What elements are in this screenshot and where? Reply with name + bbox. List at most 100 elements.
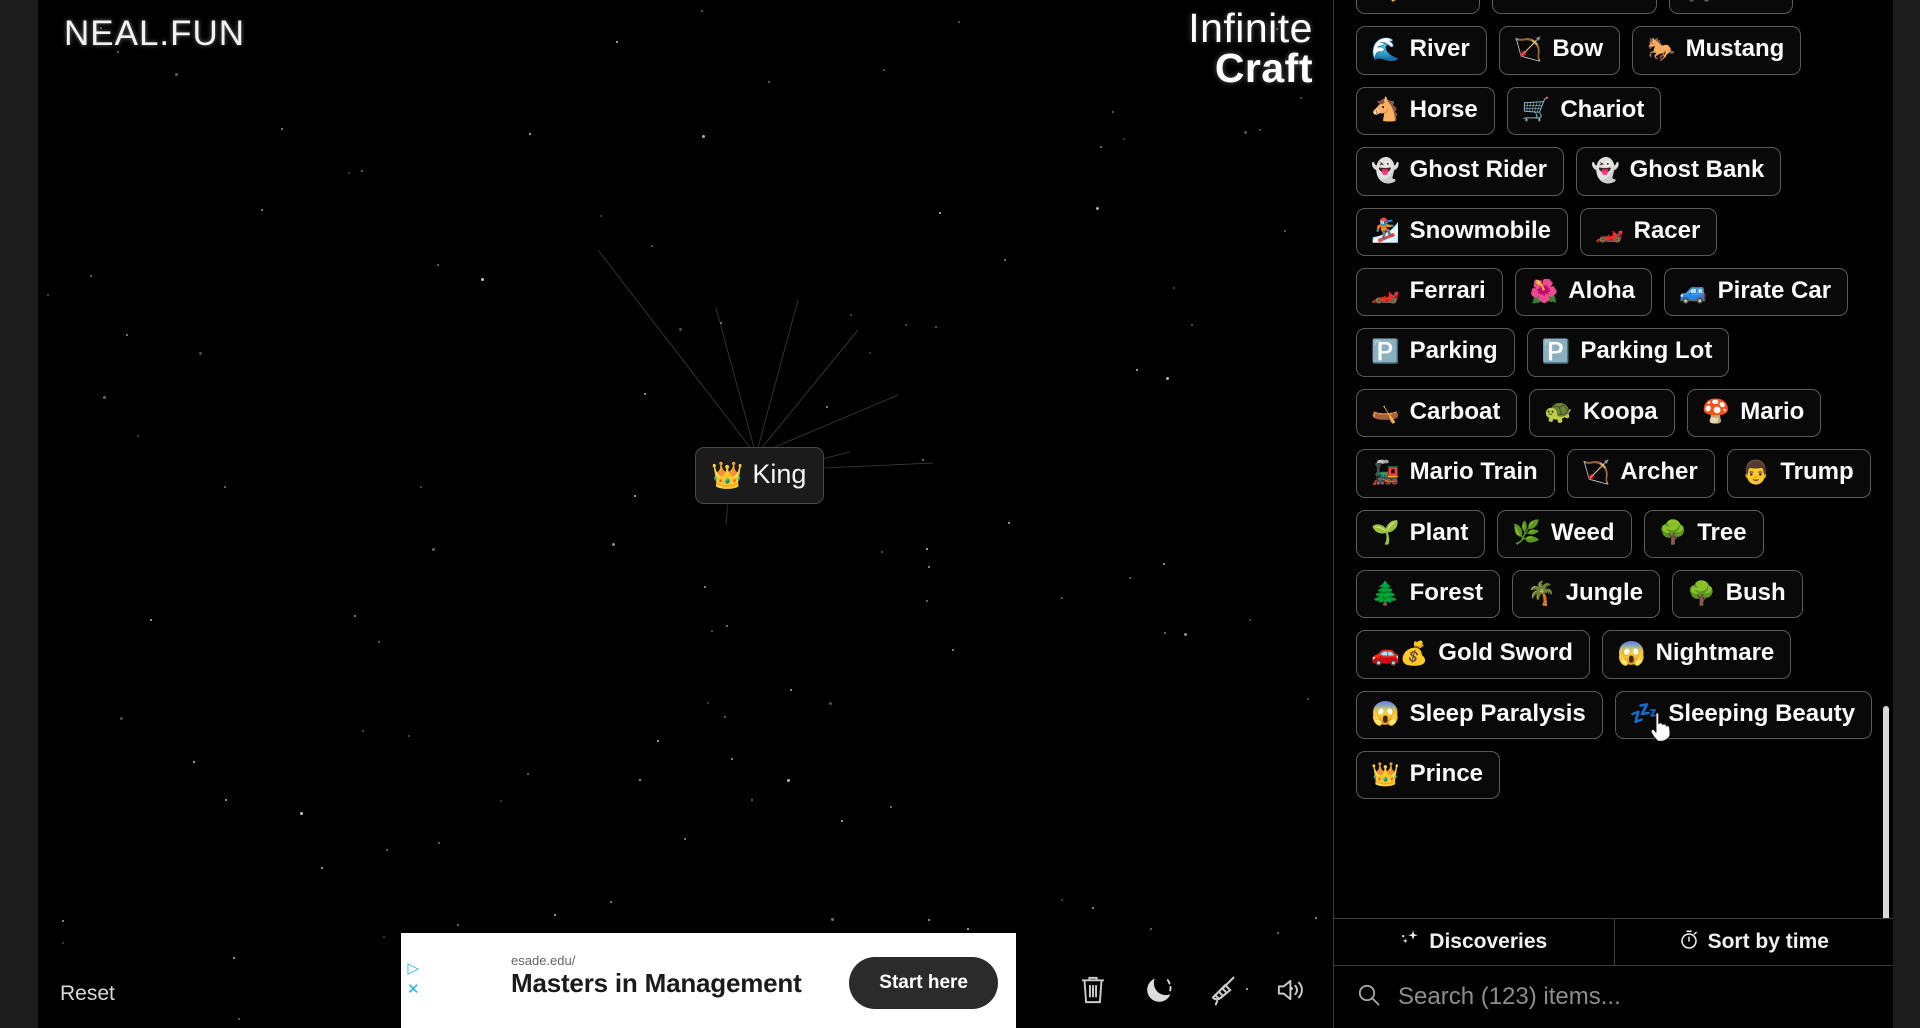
list-item[interactable]: 🌳 Bush xyxy=(1671,569,1803,619)
list-item[interactable]: 🏎️ Racer xyxy=(1579,207,1718,256)
list-item[interactable]: 💤 Sleeping Beauty xyxy=(1614,690,1873,740)
item-label: Archer xyxy=(1620,458,1698,486)
item-label: Boat xyxy=(1410,0,1463,2)
items-sidebar: 🛶 Boat 🇺🇸 America 🚗 Ford 🌊 River 🏹 Bow 🐎 Mustang 🐴 Ho… xyxy=(1333,0,1893,1028)
item-emoji-icon: 🚂 xyxy=(1371,458,1400,485)
search-icon xyxy=(1356,982,1382,1013)
list-item[interactable]: 🌴 Jungle xyxy=(1512,569,1660,619)
ad-cta-button[interactable]: Start here xyxy=(849,957,998,1009)
item-label: Weed xyxy=(1550,518,1615,546)
item-label: Parking xyxy=(1409,337,1498,365)
crafting-canvas[interactable]: NEAL.FUN Infinite Craft 👑 King Reset ▷ ✕… xyxy=(38,0,1333,1028)
item-emoji-icon: 🅿️ xyxy=(1541,338,1571,365)
list-item[interactable]: 🅿️ Parking xyxy=(1356,328,1515,377)
item-label: Carboat xyxy=(1409,397,1501,425)
item-emoji-icon: 👑 xyxy=(1371,760,1400,787)
item-label: Sleep Paralysis xyxy=(1409,699,1586,727)
list-item[interactable]: 👻 Ghost Bank xyxy=(1575,147,1782,196)
search-bar xyxy=(1334,966,1893,1028)
node-label: King xyxy=(752,459,807,489)
item-label: Prince xyxy=(1409,760,1484,788)
item-emoji-icon: 🏹 xyxy=(1581,458,1611,485)
moon-icon[interactable] xyxy=(1139,970,1179,1010)
item-emoji-icon: 🏹 xyxy=(1513,36,1543,63)
list-item[interactable]: 😱 Nightmare xyxy=(1601,630,1792,679)
list-item[interactable]: 🌿 Weed xyxy=(1497,509,1632,558)
item-label: Koopa xyxy=(1582,397,1658,425)
broom-icon[interactable] xyxy=(1205,970,1245,1010)
list-item[interactable]: 🌲 Forest xyxy=(1356,569,1500,619)
list-item[interactable]: 🌊 River xyxy=(1356,26,1487,75)
item-label: Pirate Car xyxy=(1717,276,1832,304)
sound-icon[interactable] xyxy=(1271,970,1311,1010)
list-item[interactable]: 🏂 Snowmobile xyxy=(1356,207,1568,256)
list-item[interactable]: 🅿️ Parking Lot xyxy=(1526,328,1730,377)
advertisement-banner[interactable]: ▷ ✕ esade.edu/ Masters in Management Sta… xyxy=(401,933,1016,1028)
list-item[interactable]: 🍄 Mario xyxy=(1686,388,1822,438)
list-item[interactable]: 🚙 Pirate Car xyxy=(1664,267,1849,317)
list-item[interactable]: 🚗💰 Gold Sword xyxy=(1356,630,1590,679)
sidebar-tabs: Discoveries Sort by time xyxy=(1334,918,1893,966)
item-label: Ghost Bank xyxy=(1629,156,1765,184)
canvas-node[interactable]: 👑 King xyxy=(695,447,825,504)
item-label: Jungle xyxy=(1565,578,1643,606)
list-item[interactable]: 👨 Trump xyxy=(1726,449,1871,498)
list-item[interactable]: 🏎️ Ferrari xyxy=(1356,267,1503,317)
item-label: America xyxy=(1546,0,1641,2)
item-emoji-icon: 👻 xyxy=(1590,156,1620,183)
title-line-1: Infinite xyxy=(1188,5,1313,51)
list-item[interactable]: 🌳 Tree xyxy=(1643,509,1764,558)
ad-headline: Masters in Management xyxy=(511,968,802,998)
list-item[interactable]: 🐢 Koopa xyxy=(1529,388,1675,438)
list-item[interactable]: 🛶 Carboat xyxy=(1356,388,1518,438)
list-item[interactable]: 😱 Sleep Paralysis xyxy=(1356,690,1603,740)
item-label: Sleeping Beauty xyxy=(1668,699,1856,727)
item-emoji-icon: 🌴 xyxy=(1527,579,1556,606)
list-item[interactable]: 🐴 Horse xyxy=(1356,86,1495,136)
trash-icon[interactable] xyxy=(1073,970,1113,1010)
item-label: Horse xyxy=(1409,95,1478,123)
list-item[interactable]: 🛒 Chariot xyxy=(1506,86,1662,136)
neal-fun-logo[interactable]: NEAL.FUN xyxy=(64,14,245,54)
reset-button[interactable]: Reset xyxy=(60,982,115,1006)
item-emoji-icon: 🚗💰 xyxy=(1371,639,1429,666)
item-emoji-icon: 🌱 xyxy=(1371,519,1400,546)
list-item[interactable]: 🛶 Boat xyxy=(1356,0,1480,15)
list-item[interactable]: 🏹 Archer xyxy=(1566,449,1715,498)
item-emoji-icon: 🇺🇸 xyxy=(1507,0,1536,1)
item-label: Snowmobile xyxy=(1409,216,1551,244)
item-label: Ford xyxy=(1723,0,1776,2)
list-item[interactable]: 🌺 Aloha xyxy=(1514,267,1652,317)
canvas-toolbar xyxy=(1073,970,1311,1010)
list-item[interactable]: 🇺🇸 America xyxy=(1491,0,1658,15)
item-label: Tree xyxy=(1697,518,1747,546)
list-item[interactable]: 🏹 Bow xyxy=(1498,26,1620,75)
item-list-scrollbar[interactable] xyxy=(1883,706,1889,918)
item-rows-container: 🛶 Boat 🇺🇸 America 🚗 Ford 🌊 River 🏹 Bow 🐎 Mustang 🐴 Ho… xyxy=(1356,0,1873,800)
tab-discoveries[interactable]: Discoveries xyxy=(1334,919,1614,965)
item-emoji-icon: 🐎 xyxy=(1647,36,1676,63)
ad-choices-icon[interactable]: ▷ xyxy=(408,961,420,976)
list-item[interactable]: 👑 Prince xyxy=(1356,751,1501,800)
list-item[interactable]: 👻 Ghost Rider xyxy=(1356,147,1564,196)
list-item[interactable]: 🚗 Ford xyxy=(1669,0,1794,15)
item-list[interactable]: 🛶 Boat 🇺🇸 America 🚗 Ford 🌊 River 🏹 Bow 🐎 Mustang 🐴 Ho… xyxy=(1334,0,1893,918)
item-label: Ghost Rider xyxy=(1409,156,1547,184)
item-emoji-icon: 💤 xyxy=(1629,700,1659,727)
tab-sort-by-time[interactable]: Sort by time xyxy=(1613,919,1894,965)
item-label: Bush xyxy=(1725,578,1786,606)
list-item[interactable]: 🌱 Plant xyxy=(1356,509,1486,558)
item-emoji-icon: 🏎️ xyxy=(1594,217,1624,244)
search-input[interactable] xyxy=(1398,983,1871,1011)
item-emoji-icon: 🛶 xyxy=(1371,0,1400,1)
page-title: Infinite Craft xyxy=(1188,5,1313,88)
item-emoji-icon: 🌲 xyxy=(1371,579,1400,606)
list-item[interactable]: 🚂 Mario Train xyxy=(1356,449,1555,498)
ad-close-icon[interactable]: ✕ xyxy=(407,982,420,997)
item-emoji-icon: 🌺 xyxy=(1529,277,1559,304)
item-emoji-icon: 👻 xyxy=(1371,156,1400,183)
item-emoji-icon: 😱 xyxy=(1371,700,1400,727)
item-emoji-icon: 🌳 xyxy=(1658,519,1688,546)
sparkles-icon xyxy=(1400,929,1420,955)
list-item[interactable]: 🐎 Mustang xyxy=(1632,26,1802,75)
